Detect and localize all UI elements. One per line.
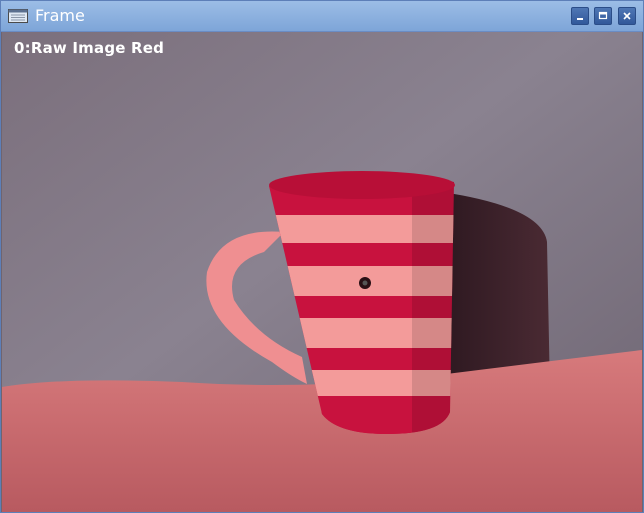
frame-overlay-label: 0:Raw Image Red: [14, 39, 165, 57]
camera-frame: 0:Raw Image Red: [2, 32, 642, 512]
window-title: Frame: [35, 6, 85, 25]
close-icon: [623, 12, 631, 20]
raw-image-scene: [2, 32, 642, 512]
maximize-button[interactable]: [594, 7, 612, 25]
minimize-icon: [577, 18, 583, 20]
window-icon: [8, 9, 28, 23]
frame-window: Frame 0:Raw Image Red: [0, 0, 644, 513]
mug-rim: [269, 171, 455, 199]
minimize-button[interactable]: [571, 7, 589, 25]
maximize-icon: [598, 11, 608, 20]
title-bar[interactable]: Frame: [1, 1, 643, 32]
close-button[interactable]: [618, 7, 636, 25]
